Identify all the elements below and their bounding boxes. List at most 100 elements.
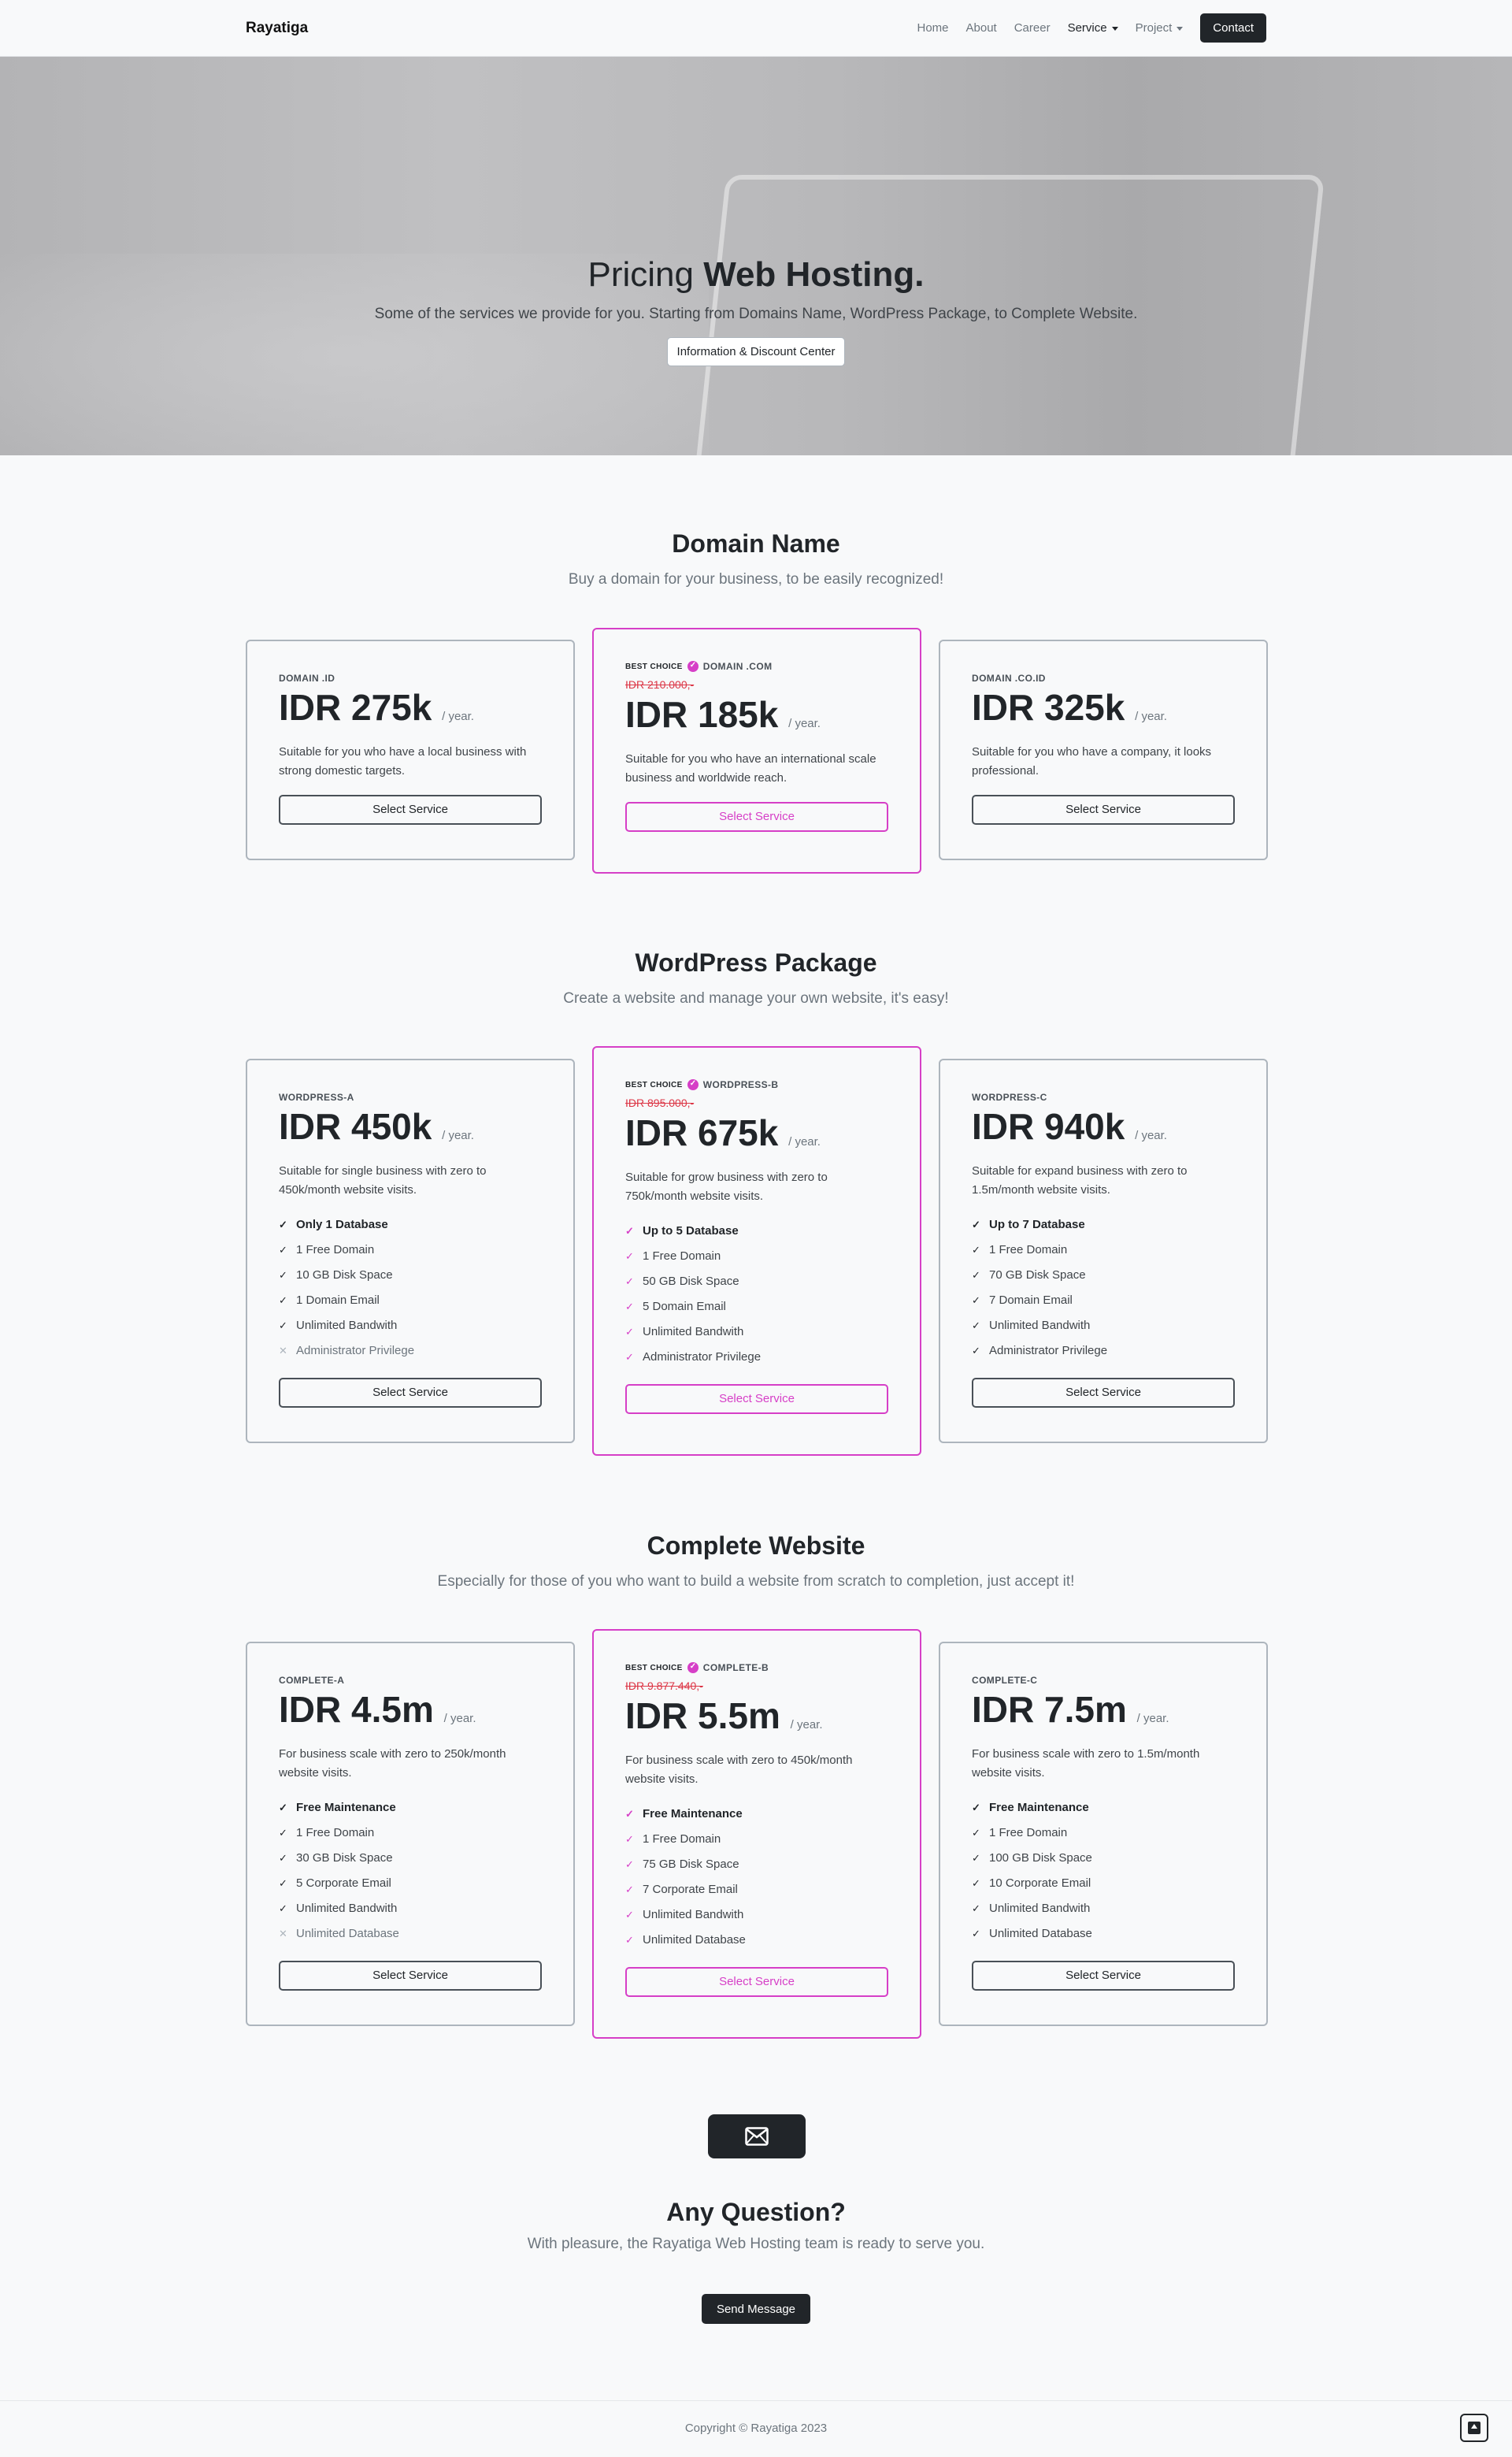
check-icon: ✓ xyxy=(625,1858,634,1870)
select-service-button[interactable]: Select Service xyxy=(972,1960,1235,1991)
feature-text: Unlimited Bandwith xyxy=(989,1901,1091,1915)
copyright-text: Copyright © Rayatiga 2023 xyxy=(684,2422,828,2435)
nav-menu: Home About Career Service Project Contac… xyxy=(917,13,1266,43)
original-price: IDR 9.877.440,- xyxy=(625,1679,703,1692)
navbar: Rayatiga Home About Career Service Proje… xyxy=(0,0,1512,57)
feature-list: ✓ Free Maintenance ✓ 1 Free Domain ✓ 30 GB … xyxy=(279,1795,542,1947)
check-icon: ✓ xyxy=(972,1851,980,1864)
plan-description: Suitable for grow business with zero to … xyxy=(625,1170,828,1203)
check-icon: ✓ xyxy=(625,1300,634,1312)
select-service-button[interactable]: Select Service xyxy=(972,1377,1235,1408)
x-icon: ✕ xyxy=(279,1927,287,1939)
check-icon: ✓ xyxy=(625,1249,634,1262)
price-value: IDR 5.5m xyxy=(625,1695,780,1736)
feature-text: 1 Free Domain xyxy=(643,1249,721,1263)
feature-item: ✓ 75 GB Disk Space xyxy=(625,1852,888,1877)
select-service-button[interactable]: Select Service xyxy=(972,794,1235,825)
select-service-button[interactable]: Select Service xyxy=(279,794,542,825)
feature-text: Unlimited Database xyxy=(296,1926,399,1940)
plan-description: For business scale with zero to 450k/mon… xyxy=(625,1753,853,1786)
feature-item: ✓ 10 GB Disk Space xyxy=(279,1263,542,1288)
price: IDR 940k / year. xyxy=(972,1106,1235,1148)
price-value: IDR 275k xyxy=(279,687,432,728)
contact-button[interactable]: Contact xyxy=(1200,13,1266,43)
select-service-button[interactable]: Select Service xyxy=(625,801,888,832)
check-icon: ✓ xyxy=(972,1826,980,1839)
feature-item: ✓ Up to 7 Database xyxy=(972,1212,1235,1238)
back-to-top-button[interactable] xyxy=(1460,2414,1488,2442)
feature-item: ✓ Unlimited Bandwith xyxy=(279,1896,542,1921)
nav-dropdown-project[interactable]: Project xyxy=(1136,21,1184,35)
feature-list: ✓ Free Maintenance ✓ 1 Free Domain ✓ 75 GB … xyxy=(625,1802,888,1953)
feature-item: ✓ 1 Free Domain xyxy=(279,1820,542,1846)
hero-title-light: Pricing xyxy=(587,255,694,294)
plan-description: Suitable for single business with zero t… xyxy=(279,1164,487,1197)
pricing-card-domain-id: DOMAIN .ID IDR 275k / year. Suitable for… xyxy=(246,640,575,860)
feature-text: Unlimited Bandwith xyxy=(643,1324,744,1338)
footer: Copyright © Rayatiga 2023 xyxy=(0,2400,1512,2457)
price-period: / year. xyxy=(442,1129,474,1142)
feature-text: Free Maintenance xyxy=(643,1806,743,1820)
plan-name: WORDPRESS-B xyxy=(702,1079,779,1090)
feature-item: ✓ Free Maintenance xyxy=(972,1795,1235,1820)
feature-item: ✓ 7 Domain Email xyxy=(972,1288,1235,1313)
check-icon: ✓ xyxy=(625,1350,634,1363)
pricing-card-complete-b: BEST CHOICE COMPLETE-B IDR 9.877.440,- ID… xyxy=(592,1629,921,2039)
check-icon: ✓ xyxy=(625,1832,634,1845)
check-icon: ✓ xyxy=(625,1275,634,1287)
plan-description: For business scale with zero to 1.5m/mon… xyxy=(972,1746,1200,1780)
question-title: Any Question? xyxy=(666,2198,846,2226)
select-service-button[interactable]: Select Service xyxy=(625,1383,888,1414)
price: IDR 450k / year. xyxy=(279,1106,542,1148)
plan-header: BEST CHOICE WORDPRESS-B xyxy=(625,1079,888,1090)
check-icon: ✓ xyxy=(972,1801,980,1813)
nav-link-career[interactable]: Career xyxy=(1014,21,1051,35)
best-choice-label: BEST CHOICE xyxy=(625,1663,683,1672)
pricing-card-domain-com: BEST CHOICE DOMAIN .COM IDR 210.000,- IDR… xyxy=(592,628,921,874)
select-service-button[interactable]: Select Service xyxy=(279,1960,542,1991)
send-message-button[interactable]: Send Message xyxy=(702,2294,810,2324)
check-icon: ✓ xyxy=(279,1319,287,1331)
feature-item: ✓ Free Maintenance xyxy=(279,1795,542,1820)
feature-item: ✓ Administrator Privilege xyxy=(625,1345,888,1370)
feature-text: 10 Corporate Email xyxy=(989,1876,1091,1890)
section-title: Complete Website xyxy=(647,1531,865,1560)
plan-header: BEST CHOICE DOMAIN .COM xyxy=(625,661,888,672)
nav-service-label: Service xyxy=(1067,21,1107,35)
feature-text: Unlimited Bandwith xyxy=(296,1901,398,1915)
mail-button[interactable] xyxy=(708,2114,806,2158)
nav-dropdown-service[interactable]: Service xyxy=(1068,21,1118,35)
feature-item-unavailable: ✕ Unlimited Database xyxy=(279,1921,542,1947)
select-service-button[interactable]: Select Service xyxy=(625,1966,888,1997)
feature-item: ✓ 1 Free Domain xyxy=(625,1827,888,1852)
brand-logo[interactable]: Rayatiga xyxy=(246,20,308,37)
feature-item: ✓ 5 Corporate Email xyxy=(279,1871,542,1896)
feature-text: Unlimited Bandwith xyxy=(643,1907,744,1921)
feature-text: 5 Domain Email xyxy=(643,1299,726,1313)
plan-name: DOMAIN .CO.ID xyxy=(972,673,1046,684)
plan-name: COMPLETE-A xyxy=(279,1675,345,1686)
plan-description: Suitable for you who have a local busine… xyxy=(279,744,527,778)
nav-link-about[interactable]: About xyxy=(966,21,997,35)
check-icon: ✓ xyxy=(972,1218,980,1230)
feature-text: 50 GB Disk Space xyxy=(643,1274,739,1288)
nav-link-home[interactable]: Home xyxy=(917,21,949,35)
check-icon: ✓ xyxy=(972,1344,980,1357)
price: IDR 5.5m / year. xyxy=(625,1695,888,1737)
select-service-button[interactable]: Select Service xyxy=(279,1377,542,1408)
info-discount-button[interactable]: Information & Discount Center xyxy=(666,337,846,366)
price: IDR 4.5m / year. xyxy=(279,1689,542,1731)
check-icon: ✓ xyxy=(279,1826,287,1839)
feature-item: ✓ Unlimited Database xyxy=(625,1928,888,1953)
price: IDR 325k / year. xyxy=(972,687,1235,729)
feature-item: ✓ Unlimited Bandwith xyxy=(625,1319,888,1345)
check-icon: ✓ xyxy=(625,1933,634,1946)
section-title: WordPress Package xyxy=(635,948,877,977)
feature-text: 1 Free Domain xyxy=(296,1825,375,1839)
check-icon: ✓ xyxy=(279,1218,287,1230)
feature-item: ✓ Unlimited Bandwith xyxy=(279,1313,542,1338)
best-choice-label: BEST CHOICE xyxy=(625,662,683,671)
price: IDR 275k / year. xyxy=(279,687,542,729)
price-value: IDR 450k xyxy=(279,1106,432,1147)
complete-section-header: Complete Website Especially for those of… xyxy=(246,1531,1266,1590)
